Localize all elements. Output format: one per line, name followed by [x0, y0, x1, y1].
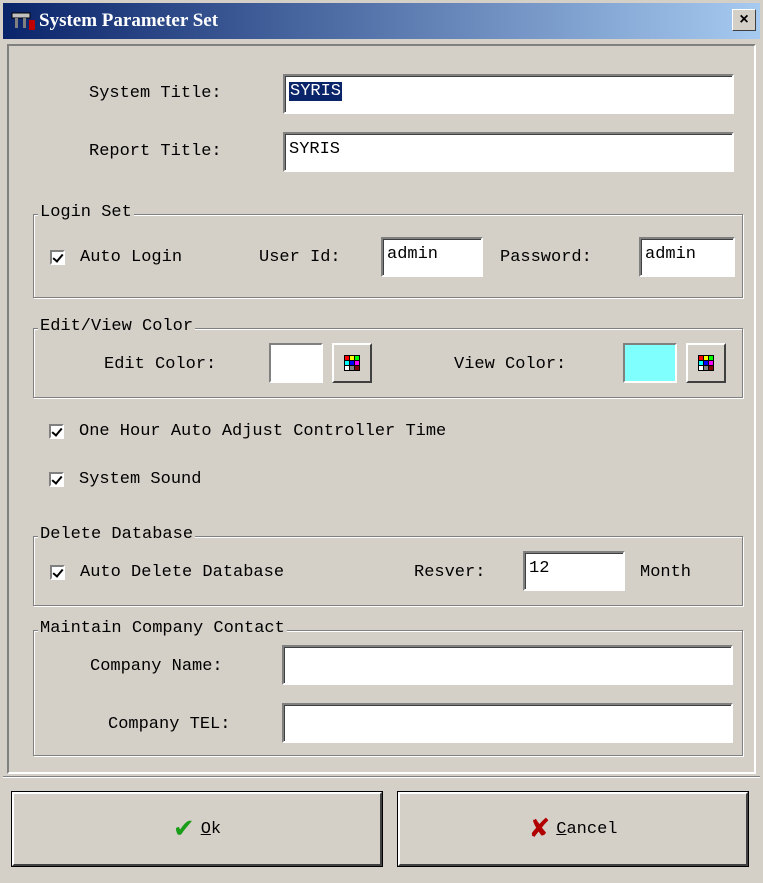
app-icon: [11, 12, 35, 30]
window-title: System Parameter Set: [39, 10, 219, 31]
reserve-label: Resver:: [414, 563, 486, 582]
user-id-label: User Id:: [259, 248, 341, 267]
title-bar[interactable]: System Parameter Set ×: [3, 3, 760, 39]
auto-login-checkbox[interactable]: [50, 250, 65, 265]
reserve-input[interactable]: 12: [523, 551, 625, 591]
user-id-input[interactable]: admin: [381, 237, 483, 277]
report-title-label: Report Title:: [89, 142, 222, 161]
checkmark-icon: ✔: [172, 814, 195, 844]
system-sound-checkbox[interactable]: [49, 472, 64, 487]
report-title-input[interactable]: SYRIS: [283, 132, 734, 172]
company-name-label: Company Name:: [90, 657, 223, 676]
login-set-group: Login Set Auto Login User Id: admin Pass…: [33, 203, 743, 298]
cancel-label: Cancel: [556, 819, 618, 839]
password-label: Password:: [500, 248, 592, 267]
edit-view-color-title: Edit/View Color: [38, 317, 196, 336]
delete-database-group: Delete Database Auto Delete Database Res…: [33, 525, 743, 606]
system-sound-label: System Sound: [79, 470, 202, 489]
system-title-label: System Title:: [89, 84, 222, 103]
company-contact-group: Maintain Company Contact Company Name: C…: [33, 619, 743, 756]
edit-color-label: Edit Color:: [104, 355, 217, 374]
system-title-input[interactable]: SYRIS: [283, 74, 734, 114]
settings-panel: System Title: SYRIS Report Title: SYRIS …: [7, 44, 756, 774]
auto-adjust-label: One Hour Auto Adjust Controller Time: [79, 422, 447, 441]
auto-login-label: Auto Login: [80, 248, 183, 267]
ok-button[interactable]: ✔ Ok: [11, 791, 383, 867]
login-set-title: Login Set: [38, 203, 134, 222]
reserve-unit-label: Month: [640, 563, 692, 582]
company-contact-title: Maintain Company Contact: [38, 619, 287, 638]
company-name-input[interactable]: [282, 645, 733, 685]
delete-database-title: Delete Database: [38, 525, 196, 544]
company-tel-label: Company TEL:: [108, 715, 231, 734]
edit-color-swatch: [269, 343, 323, 383]
view-color-label: View Color:: [454, 355, 567, 374]
company-tel-input[interactable]: [282, 703, 733, 743]
system-parameter-dialog: System Parameter Set × System Title: SYR…: [0, 0, 763, 883]
auto-delete-checkbox[interactable]: [50, 565, 65, 580]
auto-adjust-checkbox[interactable]: [49, 424, 64, 439]
close-button[interactable]: ×: [732, 9, 756, 31]
cancel-button[interactable]: ✘ Cancel: [397, 791, 749, 867]
auto-delete-label: Auto Delete Database: [80, 563, 285, 582]
password-input[interactable]: admin: [639, 237, 735, 277]
x-mark-icon: ✘: [528, 814, 551, 844]
palette-grid-icon: [344, 355, 360, 371]
separator: [3, 776, 760, 778]
palette-grid-icon: [698, 355, 714, 371]
ok-label: Ok: [200, 819, 222, 839]
view-color-picker-button[interactable]: [686, 343, 726, 383]
edit-view-color-group: Edit/View Color Edit Color: View Color:: [33, 317, 743, 398]
edit-color-picker-button[interactable]: [332, 343, 372, 383]
view-color-swatch: [623, 343, 677, 383]
